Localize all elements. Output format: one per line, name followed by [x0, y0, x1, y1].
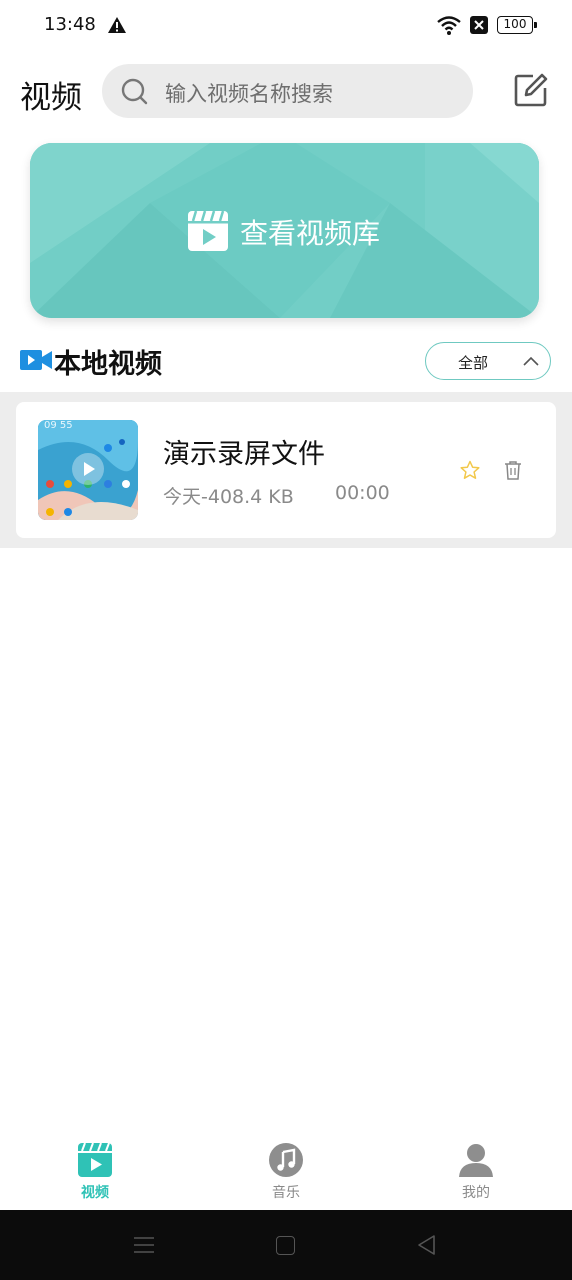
wifi-icon [437, 16, 461, 35]
tab-profile[interactable]: 我的 [416, 1130, 536, 1210]
thumbnail-time: 09 55 [44, 420, 73, 431]
no-sim-icon [470, 16, 488, 34]
tab-label: 音乐 [272, 1185, 300, 1201]
edit-icon[interactable] [513, 72, 549, 108]
tab-label: 视频 [81, 1185, 109, 1201]
music-note-icon [269, 1143, 303, 1177]
bottom-nav: 视频 音乐 我的 [0, 1130, 572, 1210]
video-meta: 今天-408.4 KB [163, 486, 294, 508]
video-list: 09 55 演示录屏文件 今天-408.4 KB 00:00 [0, 392, 572, 548]
home-icon[interactable] [276, 1236, 295, 1255]
section-title: 本地视频 [54, 349, 162, 380]
battery-icon: 100 [497, 16, 537, 34]
video-clapper-icon [188, 210, 228, 251]
tab-music[interactable]: 音乐 [226, 1130, 346, 1210]
video-thumbnail[interactable]: 09 55 [38, 420, 138, 520]
video-library-banner[interactable]: 查看视频库 [30, 143, 539, 318]
star-icon[interactable] [460, 460, 480, 480]
filter-dropdown[interactable]: 全部 [425, 342, 551, 380]
trash-icon[interactable] [504, 460, 522, 480]
video-title: 演示录屏文件 [163, 439, 325, 470]
person-icon [459, 1144, 493, 1177]
video-clapper-icon [78, 1142, 112, 1177]
back-icon[interactable] [416, 1234, 436, 1256]
play-icon[interactable] [72, 453, 104, 485]
tab-label: 我的 [462, 1185, 490, 1201]
list-item[interactable]: 09 55 演示录屏文件 今天-408.4 KB 00:00 [16, 402, 556, 538]
status-time: 13:48 [44, 14, 96, 35]
search-input[interactable]: 输入视频名称搜索 [102, 64, 473, 118]
video-duration: 00:00 [335, 482, 390, 504]
page-title: 视频 [20, 80, 82, 116]
video-camera-icon [20, 350, 52, 370]
filter-label: 全部 [458, 354, 489, 372]
search-icon [121, 78, 148, 105]
tab-video[interactable]: 视频 [35, 1130, 155, 1210]
status-bar: 13:48 100 [0, 0, 572, 52]
banner-label: 查看视频库 [240, 217, 381, 250]
chevron-up-icon [523, 356, 539, 366]
system-nav-bar [0, 1210, 572, 1280]
menu-icon[interactable] [134, 1236, 154, 1254]
search-placeholder: 输入视频名称搜索 [165, 82, 333, 106]
warning-icon [108, 17, 126, 33]
